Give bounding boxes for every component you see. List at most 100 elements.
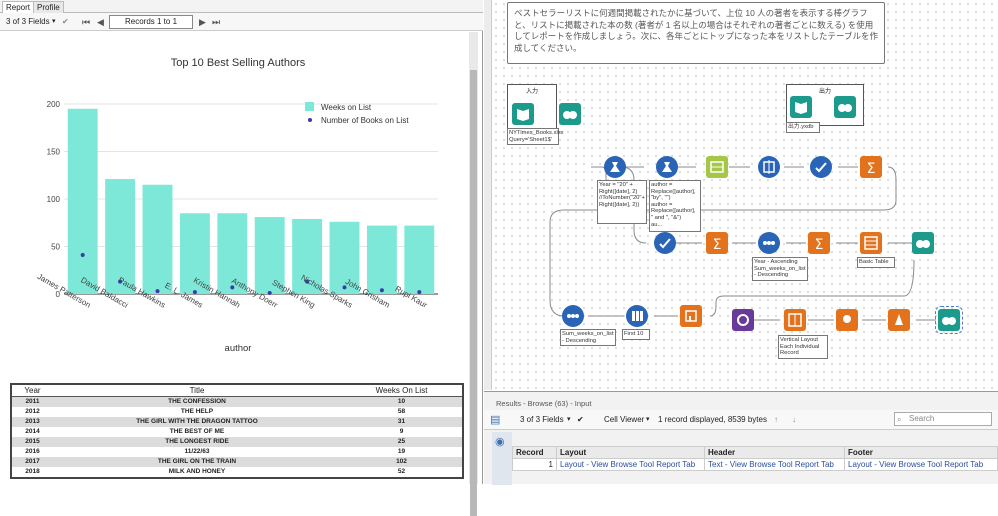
search-input[interactable]: Search xyxy=(894,412,992,426)
browse-tool-input[interactable] xyxy=(559,103,581,125)
tab-report[interactable]: Report xyxy=(2,1,35,13)
sort-tool-2[interactable] xyxy=(562,305,584,327)
bar-paula-hawkins xyxy=(142,184,173,294)
cell-title: THE HELP xyxy=(180,407,214,415)
table-row: 2016 11/22/63 19 xyxy=(11,447,463,457)
binoculars-icon[interactable]: ◉ xyxy=(495,435,505,448)
formula-annotation-author: author = Replace([author], "by", "") aut… xyxy=(649,180,701,232)
arrow-down-icon[interactable]: ↓ xyxy=(792,410,796,430)
layout-tool[interactable] xyxy=(784,309,806,331)
filter-tool[interactable] xyxy=(810,156,832,178)
text-to-columns-tool[interactable] xyxy=(706,156,728,178)
input-data-tool[interactable] xyxy=(512,103,534,125)
report-header-tool[interactable] xyxy=(836,309,858,331)
cell-viewer-dropdown[interactable]: Cell Viewer xyxy=(604,410,644,430)
cell-footer[interactable]: Layout - View Browse Tool Report Tab xyxy=(844,458,998,471)
browse-tool-selected[interactable] xyxy=(935,306,963,334)
first-record-icon[interactable]: ⏮ xyxy=(82,13,90,31)
cell-year: 2016 xyxy=(25,447,40,455)
cell-year: 2015 xyxy=(11,436,53,447)
cell-title: THE LONGEST RIDE xyxy=(53,436,341,447)
y-tick-label: 150 xyxy=(47,148,61,157)
y-tick-label: 200 xyxy=(47,100,61,109)
formula-tool-year[interactable] xyxy=(604,156,626,178)
chevron-down-icon[interactable]: ▾ xyxy=(52,13,56,31)
scrollbar-thumb[interactable] xyxy=(470,70,477,516)
last-record-icon[interactable]: ⏭ xyxy=(212,13,220,31)
bar-james-patterson xyxy=(67,108,98,294)
cell-weeks: 9 xyxy=(399,427,404,435)
cell-title: THE BEST OF ME xyxy=(169,427,225,435)
browse-tool-table[interactable] xyxy=(912,232,934,254)
chart-bars xyxy=(67,108,435,294)
table-row: 2014 THE BEST OF ME 9 xyxy=(11,427,463,437)
report-scrollbar[interactable] xyxy=(469,32,478,516)
multi-field-tool[interactable] xyxy=(758,156,780,178)
output-annotation: 出力.yxdb xyxy=(786,122,820,133)
summarize-tool-1[interactable]: Σ xyxy=(860,156,882,178)
arrow-up-icon[interactable]: ↑ xyxy=(774,410,778,430)
cell-title: THE CONFESSION xyxy=(53,396,341,407)
next-record-icon[interactable]: ▶ xyxy=(199,13,206,31)
col-header-year: Year xyxy=(11,384,53,397)
svg-text:Σ: Σ xyxy=(713,237,722,253)
results-toolbar: ▤ 3 of 3 Fields ▾ ✔ Cell Viewer ▾ 1 reco… xyxy=(484,410,998,430)
sort-tool-1[interactable] xyxy=(758,232,780,254)
cell-header[interactable]: Text - View Browse Tool Report Tab xyxy=(704,458,845,471)
output-data-tool[interactable] xyxy=(790,96,812,118)
search-icon: ⌕ xyxy=(897,415,902,424)
cell-year: 2013 xyxy=(11,416,53,427)
tab-profile[interactable]: Profile xyxy=(33,1,64,13)
col-header-record[interactable]: Record xyxy=(512,446,557,459)
point-john-grisham xyxy=(379,288,384,293)
table-row: 2015 THE LONGEST RIDE 25 xyxy=(11,436,463,447)
chart-legend: Weeks on List Number of Books on List xyxy=(305,102,409,125)
table-tool[interactable] xyxy=(860,232,882,254)
render-tool[interactable] xyxy=(888,309,910,331)
svg-text:Σ: Σ xyxy=(867,161,876,177)
chevron-down-icon[interactable]: ▾ xyxy=(567,410,571,430)
table-row[interactable]: 1 Layout - View Browse Tool Report Tab T… xyxy=(512,458,998,471)
point-e-l-james xyxy=(192,290,197,295)
cell-layout[interactable]: Layout - View Browse Tool Report Tab xyxy=(556,458,705,471)
input-container-title: 入力 xyxy=(525,89,538,95)
summarize-tool-3[interactable]: Σ xyxy=(808,232,830,254)
y-tick-label: 50 xyxy=(51,243,60,252)
formula-tool-author[interactable] xyxy=(656,156,678,178)
sample-tool[interactable] xyxy=(626,305,648,327)
cell-weeks: 102 xyxy=(341,456,463,467)
legend-bar-swatch xyxy=(305,102,314,111)
cell-title: MILK AND HONEY xyxy=(168,467,226,475)
chevron-down-icon[interactable]: ▾ xyxy=(646,410,650,430)
results-grid[interactable]: Record Layout Header Footer 1 Layout - V… xyxy=(512,446,998,471)
checkmark-icon[interactable]: ✔ xyxy=(62,13,69,31)
table-view-icon[interactable]: ▤ xyxy=(490,410,500,430)
report-tabs: Report Profile xyxy=(0,0,483,13)
y-tick-label: 100 xyxy=(47,195,61,204)
cell-weeks: 10 xyxy=(341,396,463,407)
table-row: 2013 THE GIRL WITH THE DRAGON TATTOO 31 xyxy=(11,416,463,427)
filter-tool-2[interactable] xyxy=(654,232,676,254)
table-row: 2018 MILK AND HONEY 52 xyxy=(11,467,463,478)
chart-title: Top 10 Best Selling Authors xyxy=(171,57,306,69)
results-fields-dropdown[interactable]: 3 of 3 Fields xyxy=(520,410,564,430)
layout-settings-tool[interactable] xyxy=(732,309,754,331)
prev-record-icon[interactable]: ◀ xyxy=(97,13,104,31)
cell-weeks: 31 xyxy=(341,416,463,427)
browse-tool-output[interactable] xyxy=(834,96,856,118)
cell-record[interactable]: 1 xyxy=(512,458,557,471)
output-container-title: 出力 xyxy=(818,89,831,95)
interactive-chart-tool[interactable] xyxy=(680,305,702,327)
checkmark-icon[interactable]: ✔ xyxy=(577,410,584,430)
report-table: Year Title Weeks On List 2011 THE CONFESS… xyxy=(10,383,464,479)
cell-title: THE GIRL WITH THE DRAGON TATTOO xyxy=(53,416,341,427)
sample-annotation: First 10 xyxy=(622,329,650,340)
legend-books-label: Number of Books on List xyxy=(321,116,409,125)
col-header-footer[interactable]: Footer xyxy=(844,446,998,459)
col-header-layout[interactable]: Layout xyxy=(556,446,705,459)
table-row: 2017 THE GIRL ON THE TRAIN 102 xyxy=(11,456,463,467)
summarize-tool-2[interactable]: Σ xyxy=(706,232,728,254)
col-header-header[interactable]: Header xyxy=(704,446,845,459)
records-range-field[interactable]: Records 1 to 1 xyxy=(109,15,193,29)
fields-dropdown[interactable]: 3 of 3 Fields xyxy=(6,13,50,31)
